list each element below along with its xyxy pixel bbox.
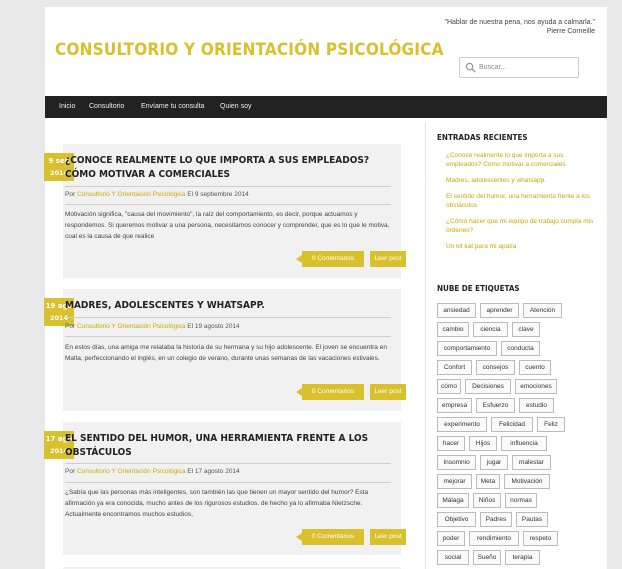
recent-post-link[interactable]: ¿Conoce realmente lo que importa a sus e… [446,151,596,169]
search-placeholder: Buscar... [479,64,507,71]
post-title[interactable]: EL SENTIDO DEL HUMOR, UNA HERRAMIENTA FR… [65,432,391,460]
recent-posts-title: ENTRADAS RECIENTES [437,133,528,142]
nav-item-quien-soy[interactable]: Quien soy [220,103,252,110]
post-meta: Por Consultorio Y Orientación Psicológic… [65,323,240,330]
recent-post-link[interactable]: Un kit kat para mi apatía [446,242,596,251]
divider [65,463,391,464]
tag-item[interactable]: rendimiento [469,531,519,546]
tag-item[interactable]: Padres [480,512,512,527]
tag-item[interactable]: ciencia [473,322,508,337]
tag-item[interactable]: Sueño [473,550,501,565]
divider [65,317,391,318]
tag-cloud-title: NUBE DE ETIQUETAS [437,284,520,293]
divider [65,336,391,337]
tag-item[interactable]: hacer [437,436,465,451]
tag-item[interactable]: consejos [476,360,515,375]
tag-item[interactable]: Motivación [504,474,550,489]
tag-item[interactable]: Objetivo [437,512,476,527]
post-author-link[interactable]: Consultorio Y Orientación Psicológica [77,468,186,475]
tag-item[interactable]: cómo [437,379,461,394]
tag-item[interactable]: estudio [519,398,554,413]
search-icon [465,62,476,73]
tag-item[interactable]: normas [505,493,537,508]
site-title[interactable]: CONSULTORIO Y ORIENTACIÓN PSICOLÓGICA [55,40,444,60]
tag-item[interactable]: Meta [476,474,500,489]
tag-item[interactable]: Málaga [437,493,469,508]
post-title[interactable]: ¿CONOCE REALMENTE LO QUE IMPORTA A SUS E… [65,154,391,182]
tag-item[interactable]: empresa [437,398,472,413]
tag-item[interactable]: Hijos [469,436,497,451]
tag-item[interactable]: respeto [523,531,558,546]
tag-item[interactable]: Confort [437,360,472,375]
tag-item[interactable]: terapia [505,550,540,565]
comments-button[interactable]: 0 Comentarios [296,251,364,267]
tag-item[interactable]: ansiedad [437,303,476,318]
post-excerpt: En estos días, una amiga me relataba la … [65,344,387,362]
tag-item[interactable]: conducta [501,341,540,356]
recent-posts-list: ¿Conoce realmente lo que importa a sus e… [446,151,596,258]
tag-item[interactable]: Atención [523,303,562,318]
nav-item-inicio[interactable]: Inicio [59,103,75,110]
tag-item[interactable]: Feliz [537,417,565,432]
tag-item[interactable]: poder [437,531,465,546]
tag-item[interactable]: Felicidad [491,417,533,432]
read-more-button[interactable]: Leer post [370,251,406,267]
nav-item-consulta[interactable]: Envíame tu consulta [141,103,204,110]
tag-item[interactable]: cuento [519,360,551,375]
comments-button[interactable]: 0 Comentarios [296,384,364,400]
post-author-link[interactable]: Consultorio Y Orientación Psicológica [77,191,186,198]
tag-item[interactable]: malestar [512,455,551,470]
tag-item[interactable]: Niños [473,493,501,508]
tag-item[interactable]: cambio [437,322,469,337]
recent-post-link[interactable]: El sentido del humor, una herramienta fr… [446,192,596,210]
post-meta: Por Consultorio Y Orientación Psicológic… [65,468,240,475]
post-meta: Por Consultorio Y Orientación Psicológic… [65,191,249,198]
header-quote: "Hablar de nuestra pena, nos ayuda a cal… [444,18,595,36]
post-card: 9 sep 2014 ¿CONOCE REALMENTE LO QUE IMPO… [44,144,406,278]
tag-item[interactable]: Esfuerzo [476,398,515,413]
tag-item[interactable]: Decisiones [465,379,511,394]
post-excerpt: Motivación significa, "causa del movimie… [65,211,390,240]
tag-item[interactable]: social [437,550,469,565]
search-input[interactable]: Buscar... [459,57,579,78]
tag-item[interactable]: influencia [501,436,547,451]
tag-item[interactable]: clave [512,322,540,337]
quote-text: "Hablar de nuestra pena, nos ayuda a cal… [444,19,595,26]
read-more-button[interactable]: Leer post [370,529,406,545]
divider [65,482,391,483]
sidebar-divider [425,122,426,569]
comments-button[interactable]: 0 Comentarios [296,529,364,545]
tag-item[interactable]: Pautas [516,512,548,527]
post-author-link[interactable]: Consultorio Y Orientación Psicológica [77,323,186,330]
tag-item[interactable]: jugar [480,455,508,470]
tag-item[interactable]: aprender [480,303,519,318]
recent-post-link[interactable]: ¿Cómo hacer que mi equipo de trabajo cum… [446,217,596,235]
quote-author: Pierre Corneille [546,28,595,35]
post-title[interactable]: MADRES, ADOLESCENTES Y WHATSAPP. [65,299,391,313]
post-card: 17 ago 2014 EL SENTIDO DEL HUMOR, UNA HE… [44,422,406,555]
nav-item-consultorio[interactable]: Consultorio [89,103,124,110]
divider [65,204,391,205]
page: CONSULTORIO Y ORIENTACIÓN PSICOLÓGICA "H… [44,7,607,569]
post-card: 19 ago 2014 MADRES, ADOLESCENTES Y WHATS… [44,289,406,411]
tag-item[interactable]: emociones [515,379,557,394]
tag-item[interactable]: comportamiento [437,341,497,356]
read-more-button[interactable]: Leer post [370,384,406,400]
recent-post-link[interactable]: Madres, adolescentes y whatsapp. [446,176,596,185]
tag-item[interactable]: Insomnio [437,455,476,470]
divider [65,186,391,187]
post-excerpt: ¿Sabía que las personas más inteligentes… [65,489,369,518]
main-nav: Inicio Consultorio Envíame tu consulta Q… [45,96,607,118]
tag-item[interactable]: experimento [437,417,487,432]
tag-item[interactable]: mejorar [437,474,472,489]
